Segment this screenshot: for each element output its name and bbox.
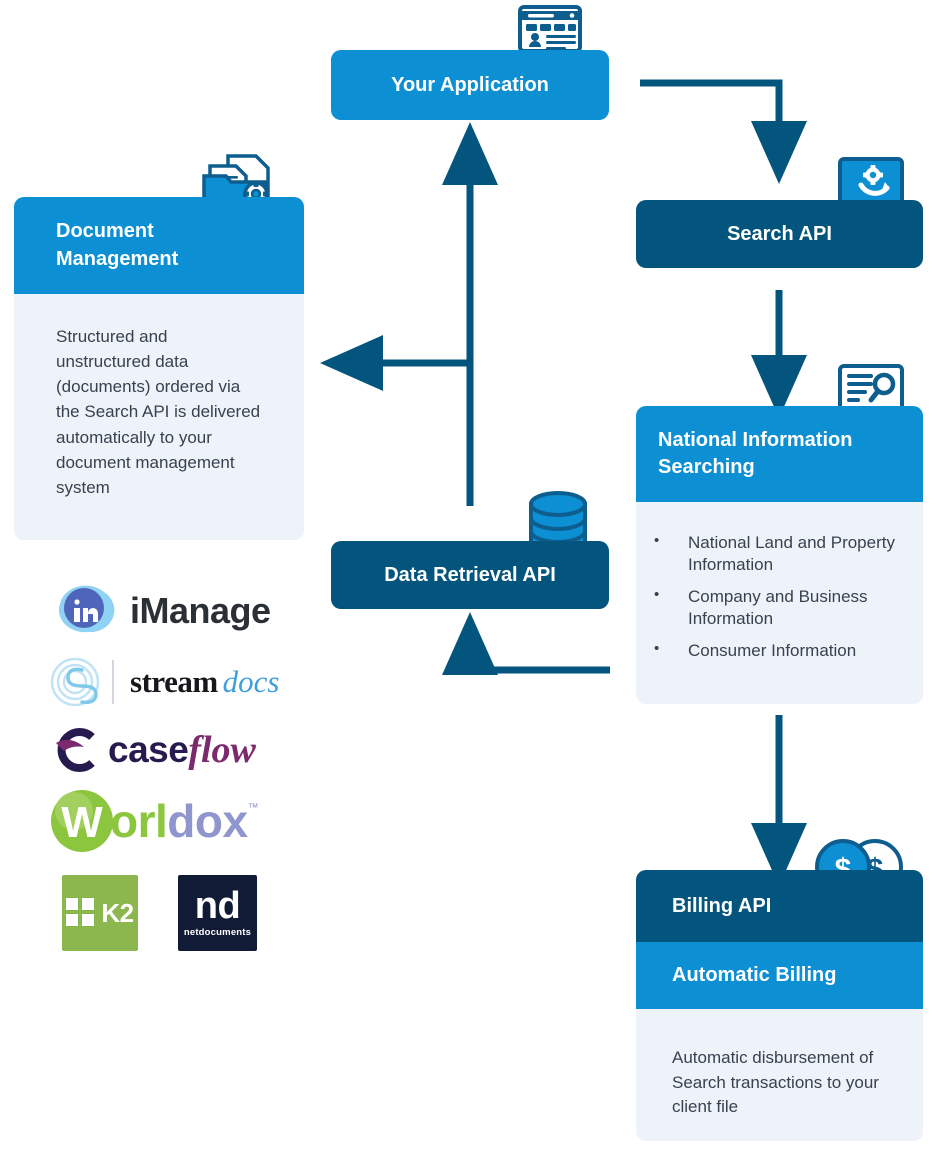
document-management-heading-line2: Management (56, 247, 179, 270)
your-application-label: Your Application (391, 73, 549, 96)
diagram-canvas: Your Application Search API National Inf… (0, 0, 938, 1161)
billing-card[interactable]: Billing API Automatic Billing Automatic … (636, 870, 923, 1141)
national-information-heading-line2: Searching (658, 456, 755, 478)
national-information-bullet-list: National Land and Property Information C… (646, 531, 905, 662)
caseflow-c-mark (56, 728, 95, 772)
automatic-billing-label: Automatic Billing (672, 964, 837, 986)
data-retrieval-api-label: Data Retrieval API (384, 563, 556, 586)
worldox-trademark: ™ (247, 802, 259, 814)
caseflow-label-a: case (108, 729, 189, 770)
logo-netdocuments[interactable]: nd netdocuments (178, 875, 257, 951)
netdocuments-label-a: nd (194, 884, 241, 927)
national-information-heading-line1: National Information (658, 428, 853, 451)
imanage-label: iManage (130, 590, 271, 631)
logo-worldox[interactable]: W orl dox ™ (50, 788, 310, 854)
document-management-card[interactable]: Document Management Structured and unstr… (14, 197, 304, 540)
billing-body: Automatic disbursement of Search transac… (636, 1009, 923, 1141)
billing-api-label: Billing API (672, 894, 772, 917)
logo-streamdocs[interactable]: stream docs (46, 652, 286, 712)
streamdocs-fingerprint-mark (50, 657, 100, 707)
caseflow-label-b: flow (188, 729, 256, 771)
logo-caseflow[interactable]: case flow (50, 723, 290, 777)
logo-divider (112, 660, 114, 704)
list-item: National Land and Property Information (646, 531, 905, 577)
search-api-label: Search API (727, 222, 832, 245)
national-information-card[interactable]: National Information Searching National … (636, 406, 923, 704)
list-item: Consumer Information (646, 639, 905, 662)
streamdocs-label-a: stream (130, 664, 218, 699)
search-api-box[interactable]: Search API (636, 200, 923, 268)
automatic-billing-heading: Automatic Billing (636, 942, 923, 1009)
svg-text:W: W (61, 798, 103, 847)
billing-api-heading: Billing API (636, 870, 923, 942)
document-management-body-text: Structured and unstructured data (docume… (56, 327, 261, 497)
document-management-body: Structured and unstructured data (docume… (14, 294, 304, 540)
list-item: Company and Business Information (646, 585, 905, 631)
k2-label: K2 (101, 897, 134, 928)
netdocuments-label-b: netdocuments (183, 927, 252, 939)
worldox-w-mark: W (51, 790, 113, 852)
document-management-heading-line1: Document (56, 219, 154, 242)
billing-body-text: Automatic disbursement of Search transac… (672, 1048, 879, 1117)
logo-k2[interactable]: K2 (62, 875, 138, 951)
your-application-box[interactable]: Your Application (331, 50, 609, 120)
streamdocs-label-b: docs (222, 664, 280, 699)
national-information-heading: National Information Searching (636, 406, 923, 502)
data-retrieval-api-box[interactable]: Data Retrieval API (331, 541, 609, 609)
imanage-mark (58, 585, 115, 633)
document-management-heading: Document Management (14, 197, 304, 294)
worldox-label-c: dox (167, 795, 248, 847)
logo-imanage[interactable]: iManage (52, 581, 282, 641)
k2-squares-mark (66, 898, 95, 926)
worldox-label-b: orl (110, 795, 168, 847)
